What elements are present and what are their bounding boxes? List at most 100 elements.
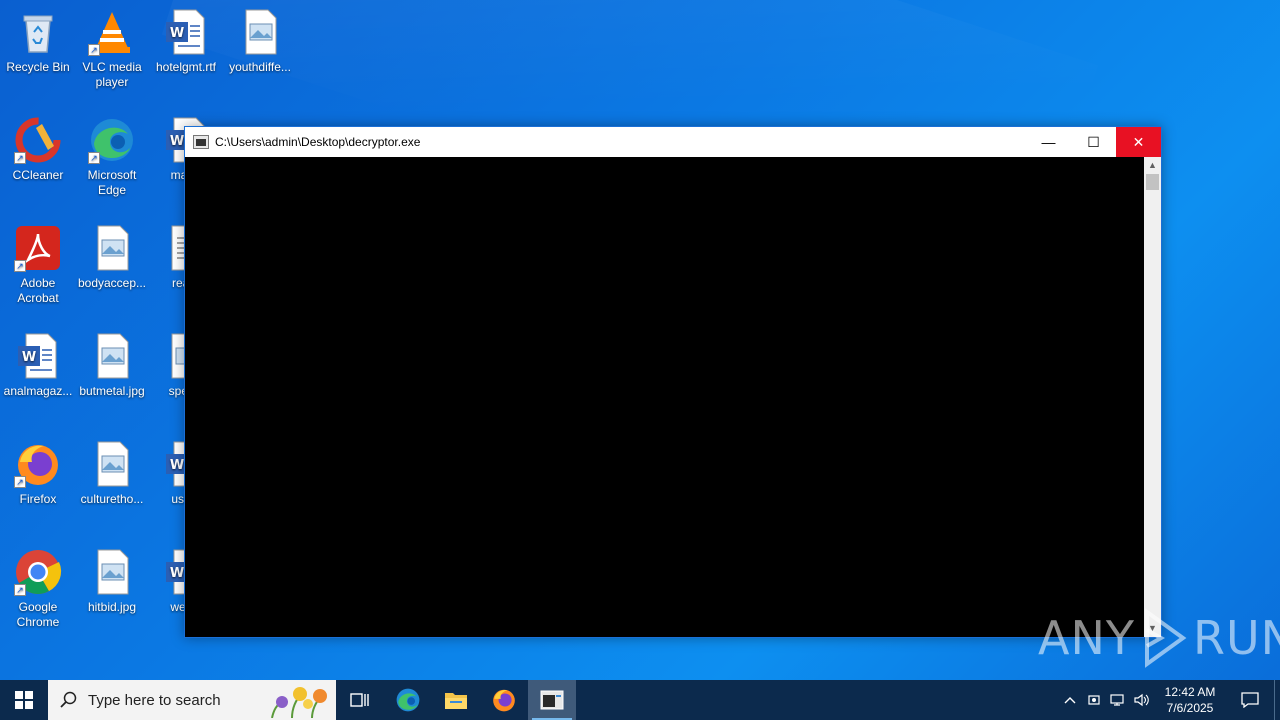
close-button[interactable]: ✕ <box>1116 127 1161 157</box>
desktop-icon-recycle-bin[interactable]: Recycle Bin <box>0 8 76 75</box>
edge-icon: ↗ <box>88 116 136 164</box>
shortcut-arrow-icon: ↗ <box>88 44 100 56</box>
edge-icon <box>396 688 420 712</box>
word-document-icon: W <box>162 8 210 56</box>
icon-label: bodyaccep... <box>77 276 147 290</box>
chrome-icon: ↗ <box>14 548 62 596</box>
desktop-icon-culturetho[interactable]: culturetho... <box>74 440 150 507</box>
icon-label: Microsoft Edge <box>87 168 137 197</box>
icon-label: analmagaz... <box>3 384 73 398</box>
watermark-text-right: RUN <box>1192 611 1280 665</box>
show-desktop-button[interactable] <box>1274 680 1280 720</box>
image-file-icon <box>88 548 136 596</box>
play-logo-icon <box>1144 608 1187 668</box>
taskbar-file-explorer-button[interactable] <box>432 680 480 720</box>
minimize-button[interactable]: — <box>1026 127 1071 157</box>
close-icon: ✕ <box>1132 133 1145 150</box>
desktop-icon-hitbid[interactable]: hitbid.jpg <box>74 548 150 615</box>
maximize-icon: ☐ <box>1087 133 1100 150</box>
meet-now-icon[interactable] <box>1082 680 1106 720</box>
minimize-icon: — <box>1041 134 1056 150</box>
taskbar-edge-button[interactable] <box>384 680 432 720</box>
task-view-icon <box>350 693 369 707</box>
desktop: Recycle Bin ↗ CCleaner ↗ Adobe Acrobat W… <box>0 0 1280 680</box>
console-app-icon <box>540 690 564 710</box>
taskbar-clock[interactable]: 12:42 AM 7/6/2025 <box>1154 684 1226 716</box>
svg-text:W: W <box>170 566 184 581</box>
icon-label: Recycle Bin <box>6 60 70 74</box>
icon-label: Google Chrome <box>16 600 60 629</box>
desktop-icon-microsoft-edge[interactable]: ↗ Microsoft Edge <box>74 116 150 198</box>
taskbar-console-button[interactable] <box>528 680 576 720</box>
svg-text:W: W <box>170 26 184 41</box>
shortcut-arrow-icon: ↗ <box>14 260 26 272</box>
desktop-icon-youthdiffe[interactable]: youthdiffe... <box>222 8 298 75</box>
volume-icon[interactable] <box>1130 680 1154 720</box>
console-app-icon <box>193 135 209 149</box>
vlc-icon: ↗ <box>88 8 136 56</box>
start-button[interactable] <box>0 680 48 720</box>
taskbar-firefox-button[interactable] <box>480 680 528 720</box>
console-output-area[interactable] <box>185 157 1145 637</box>
shortcut-arrow-icon: ↗ <box>14 152 26 164</box>
scroll-up-arrow-icon[interactable]: ▲ <box>1144 157 1161 174</box>
anyrun-watermark: ANY RUN <box>1038 608 1280 668</box>
recycle-bin-icon <box>14 8 62 56</box>
task-view-button[interactable] <box>336 680 384 720</box>
icon-label: culturetho... <box>80 492 144 506</box>
image-file-icon <box>88 332 136 380</box>
image-file-icon <box>88 224 136 272</box>
desktop-icon-ccleaner[interactable]: ↗ CCleaner <box>0 116 76 183</box>
clock-time: 12:42 AM <box>1164 685 1216 699</box>
ccleaner-icon: ↗ <box>14 116 62 164</box>
icon-label: CCleaner <box>12 168 64 182</box>
word-document-icon: W <box>14 332 62 380</box>
desktop-icon-firefox[interactable]: ↗ Firefox <box>0 440 76 507</box>
scrollbar-thumb[interactable] <box>1146 174 1159 190</box>
desktop-icon-google-chrome[interactable]: ↗ Google Chrome <box>0 548 76 630</box>
window-titlebar[interactable]: C:\Users\admin\Desktop\decryptor.exe — ☐… <box>185 127 1161 157</box>
shortcut-arrow-icon: ↗ <box>14 476 26 488</box>
firefox-icon: ↗ <box>14 440 62 488</box>
window-title: C:\Users\admin\Desktop\decryptor.exe <box>215 135 421 149</box>
icon-label: youthdiffe... <box>229 60 291 74</box>
system-tray: 12:42 AM 7/6/2025 <box>1058 680 1280 720</box>
vertical-scrollbar[interactable]: ▲ ▼ <box>1144 157 1161 637</box>
image-file-icon <box>88 440 136 488</box>
clock-date: 7/6/2025 <box>1166 701 1214 715</box>
maximize-button[interactable]: ☐ <box>1071 127 1116 157</box>
show-hidden-icons-chevron-up-icon[interactable] <box>1058 680 1082 720</box>
icon-label: hitbid.jpg <box>87 600 137 614</box>
desktop-icon-bodyaccep[interactable]: bodyaccep... <box>74 224 150 291</box>
icon-label: Adobe Acrobat <box>17 276 59 305</box>
search-icon <box>60 691 77 708</box>
taskbar-search-box[interactable]: Type here to search <box>48 680 336 720</box>
watermark-text-left: ANY <box>1038 611 1135 665</box>
window-controls: — ☐ ✕ <box>1026 127 1161 157</box>
desktop-icon-adobe-acrobat[interactable]: ↗ Adobe Acrobat <box>0 224 76 306</box>
svg-text:W: W <box>170 458 184 473</box>
icon-label: VLC media player <box>82 60 142 89</box>
notification-icon <box>1241 692 1259 708</box>
taskbar: Type here to search 12:42 AM 7/6/2025 <box>0 680 1280 720</box>
folder-icon <box>445 693 467 709</box>
svg-text:W: W <box>22 350 36 365</box>
icon-label: Firefox <box>19 492 57 506</box>
action-center-button[interactable] <box>1226 680 1274 720</box>
desktop-icon-vlc[interactable]: ↗ VLC media player <box>74 8 150 90</box>
shortcut-arrow-icon: ↗ <box>14 584 26 596</box>
desktop-icon-hotelgmt[interactable]: W hotelgmt.rtf <box>148 8 224 75</box>
svg-text:W: W <box>170 134 184 149</box>
desktop-icon-analmagaz[interactable]: W analmagaz... <box>0 332 76 399</box>
network-icon[interactable] <box>1106 680 1130 720</box>
windows-logo-icon <box>15 691 33 709</box>
search-highlight-flowers-icon <box>271 687 327 718</box>
firefox-icon <box>493 689 515 712</box>
acrobat-icon: ↗ <box>14 224 62 272</box>
icon-label: butmetal.jpg <box>79 384 145 398</box>
shortcut-arrow-icon: ↗ <box>88 152 100 164</box>
search-placeholder: Type here to search <box>88 691 221 709</box>
console-window[interactable]: C:\Users\admin\Desktop\decryptor.exe — ☐… <box>184 126 1162 638</box>
desktop-icon-butmetal[interactable]: butmetal.jpg <box>74 332 150 399</box>
image-file-icon <box>236 8 284 56</box>
